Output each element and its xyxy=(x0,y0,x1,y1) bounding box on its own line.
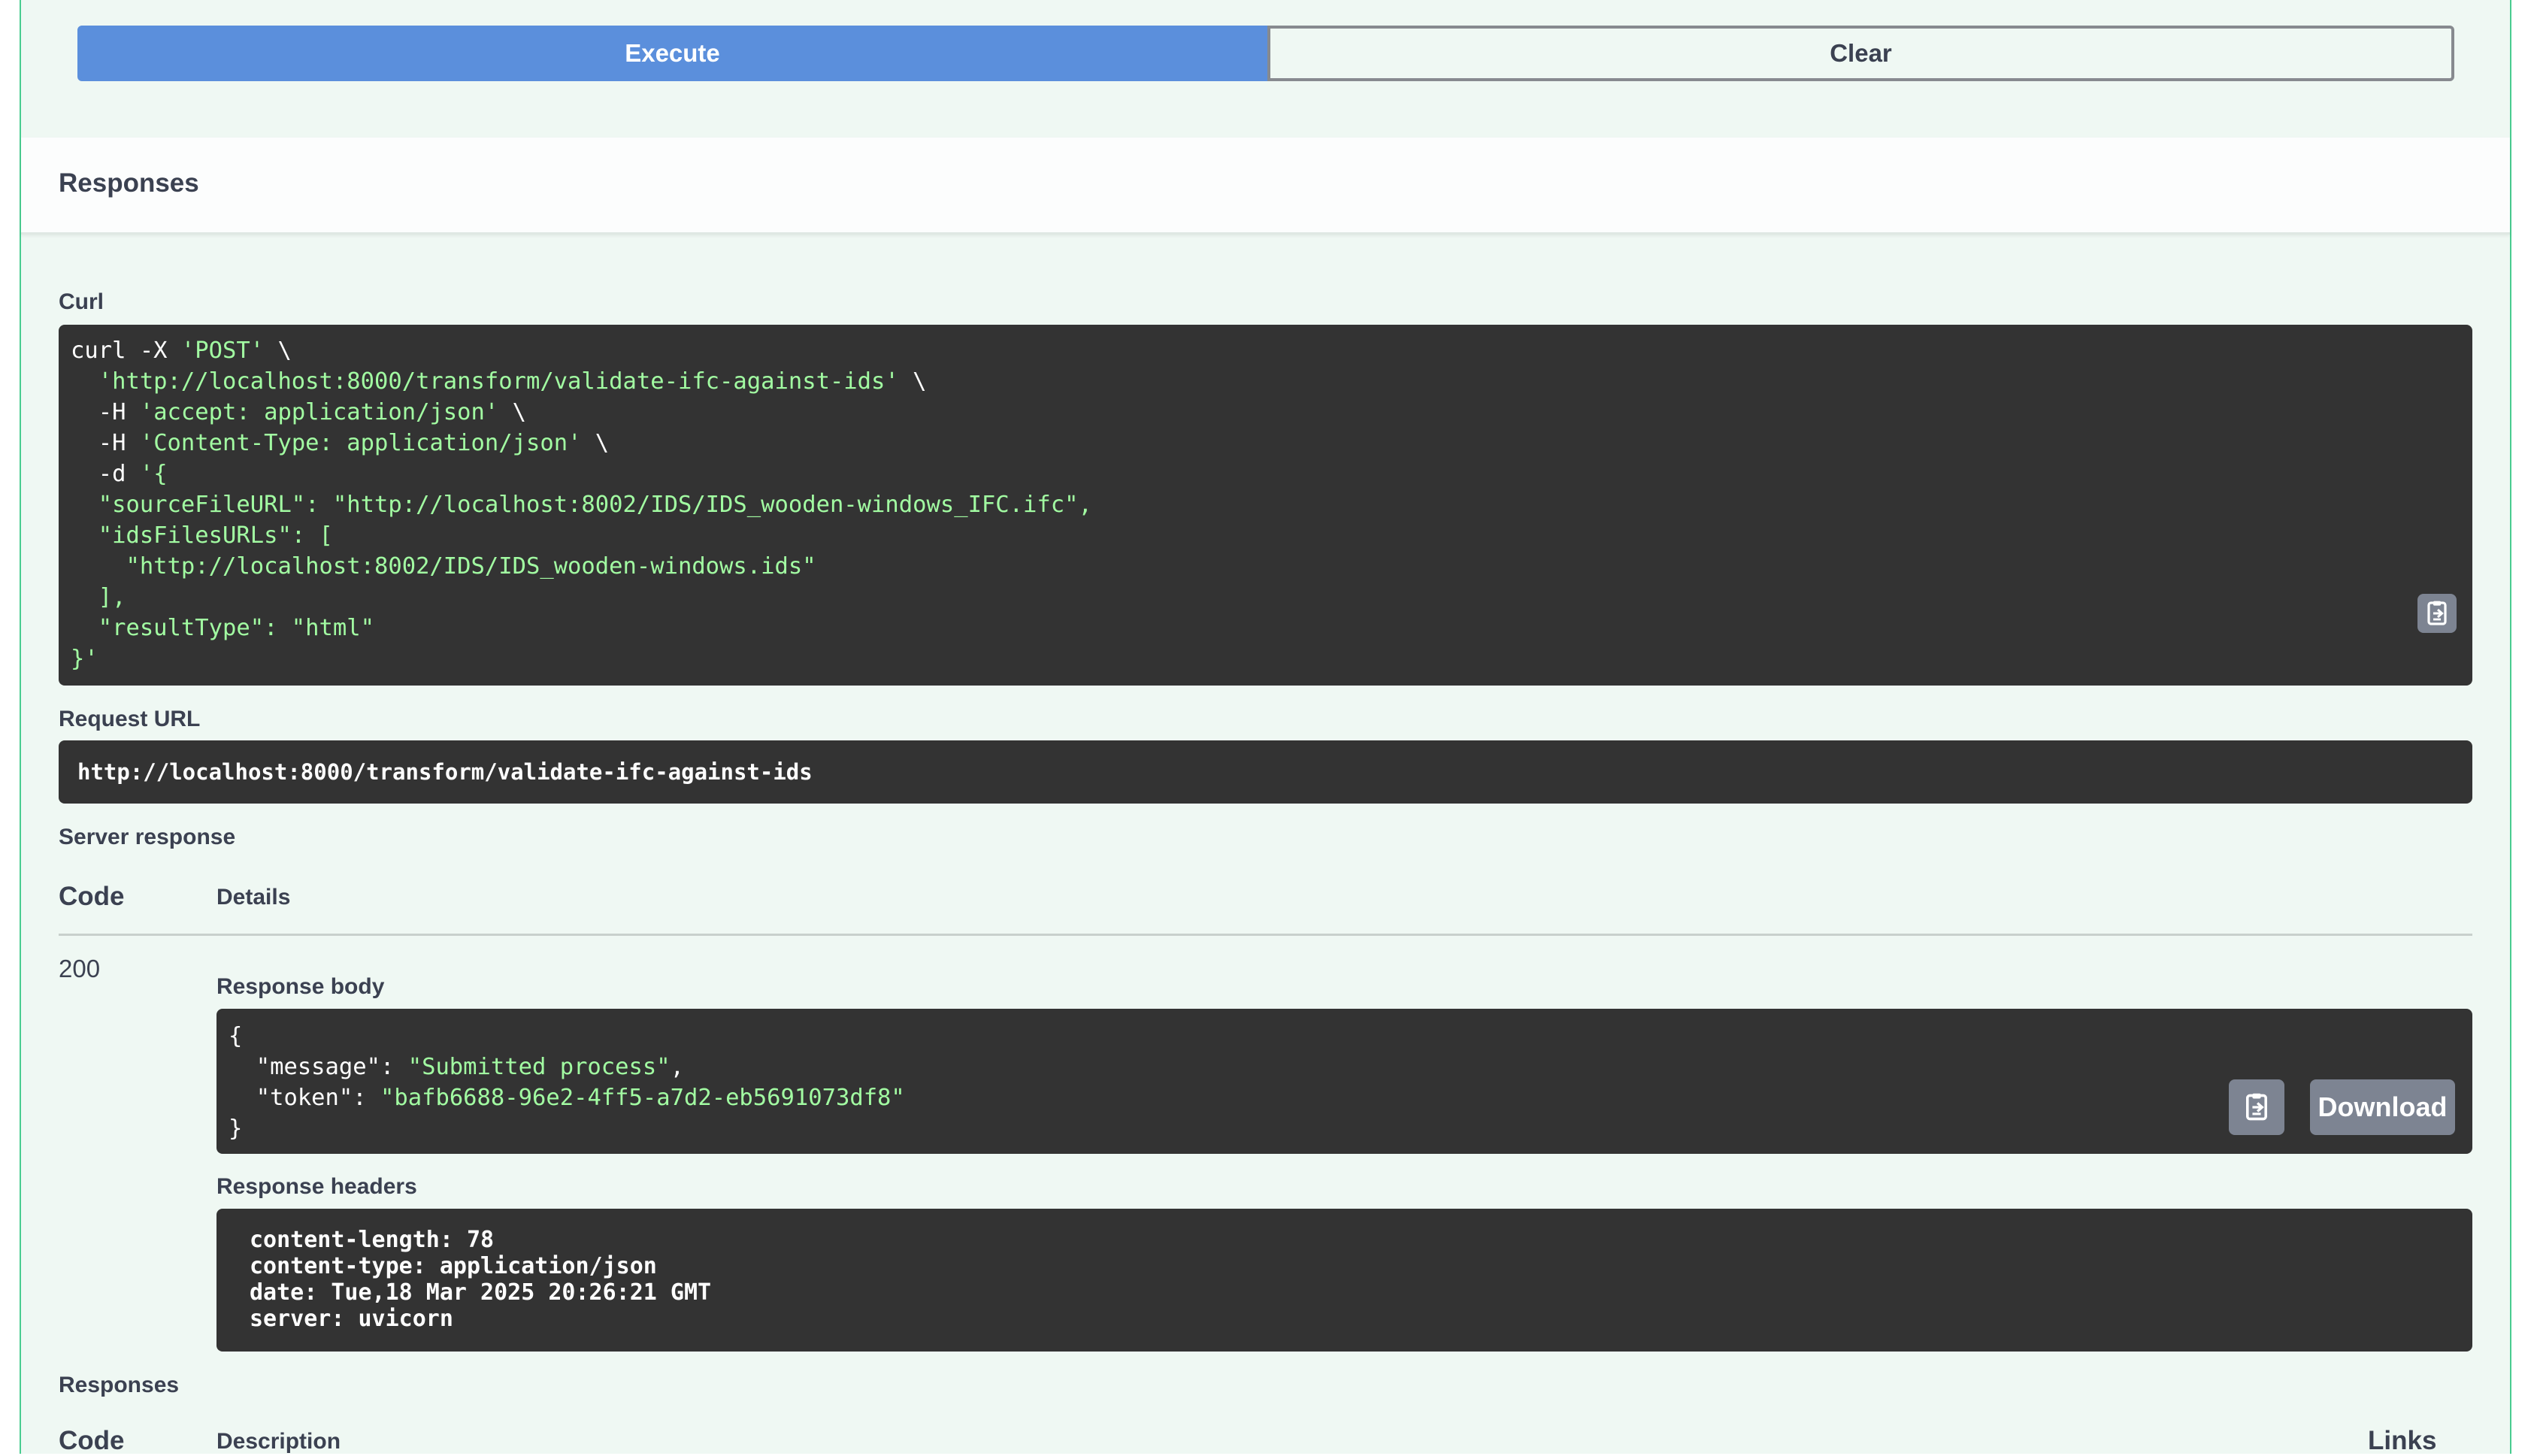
response-body-line: "message": "Submitted process", xyxy=(229,1054,684,1080)
curl-line: "idsFilesURLs": [ xyxy=(71,522,333,549)
curl-label: Curl xyxy=(59,289,104,314)
clear-button[interactable]: Clear xyxy=(1267,26,2454,81)
curl-line: "sourceFileURL": "http://localhost:8002/… xyxy=(71,492,1092,518)
execute-button[interactable]: Execute xyxy=(77,26,1267,81)
curl-command-text: curl -X 'POST' \ 'http://localhost:8000/… xyxy=(71,335,2460,674)
response-headers-box: content-length: 78 content-type: applica… xyxy=(216,1209,2472,1352)
response-header-line: content-type: application/json xyxy=(250,1253,657,1279)
table-header-divider xyxy=(59,934,2472,936)
execute-wrapper: Execute Clear xyxy=(77,26,2454,81)
response-status-code: 200 xyxy=(59,955,101,982)
response-header-line: content-length: 78 xyxy=(250,1227,495,1253)
copy-response-button[interactable] xyxy=(2229,1079,2284,1135)
copy-to-clipboard-icon xyxy=(2427,601,2447,625)
responses-section-label: Responses xyxy=(59,1373,180,1397)
response-body-line: "token": "bafb6688-96e2-4ff5-a7d2-eb5691… xyxy=(229,1085,905,1111)
server-response-label: Server response xyxy=(59,825,236,849)
response-body-box: { "message": "Submitted process", "token… xyxy=(216,1009,2472,1154)
download-button[interactable]: Download xyxy=(2310,1079,2455,1135)
copy-curl-button[interactable] xyxy=(2417,594,2457,633)
copy-to-clipboard-icon xyxy=(2246,1093,2267,1121)
response-body-label: Response body xyxy=(216,974,385,999)
curl-line: -H 'accept: application/json' \ xyxy=(71,399,526,425)
response-header-line: date: Tue,18 Mar 2025 20:26:21 GMT xyxy=(250,1279,712,1306)
curl-line: -H 'Content-Type: application/json' \ xyxy=(71,430,610,456)
responses-description-header: Description xyxy=(216,1429,341,1454)
curl-line: curl -X 'POST' \ xyxy=(71,338,292,364)
response-header-line: server: uvicorn xyxy=(250,1306,453,1332)
details-column-header: Details xyxy=(216,885,291,910)
request-url-box: http://localhost:8000/transform/validate… xyxy=(59,740,2472,804)
curl-command-box: curl -X 'POST' \ 'http://localhost:8000/… xyxy=(59,325,2472,686)
curl-line: 'http://localhost:8000/transform/validat… xyxy=(98,368,927,395)
responses-code-header: Code xyxy=(59,1426,125,1455)
curl-line: "http://localhost:8002/IDS/IDS_wooden-wi… xyxy=(71,553,816,580)
code-column-header: Code xyxy=(59,882,125,911)
curl-line: "resultType": "html" xyxy=(71,615,374,641)
responses-header xyxy=(21,138,2510,235)
response-body-line: } xyxy=(229,1115,243,1142)
response-body-text: { "message": "Submitted process", "token… xyxy=(229,1021,2460,1144)
request-url-label: Request URL xyxy=(59,707,201,731)
responses-title: Responses xyxy=(59,168,199,198)
response-headers-label: Response headers xyxy=(216,1174,417,1199)
response-body-line: { xyxy=(229,1023,243,1049)
request-url-value: http://localhost:8000/transform/validate… xyxy=(77,759,813,785)
responses-links-header: Links xyxy=(2368,1426,2437,1455)
curl-line: ], xyxy=(71,584,126,610)
curl-line: -d '{ xyxy=(71,461,168,487)
curl-line: }' xyxy=(71,646,98,672)
